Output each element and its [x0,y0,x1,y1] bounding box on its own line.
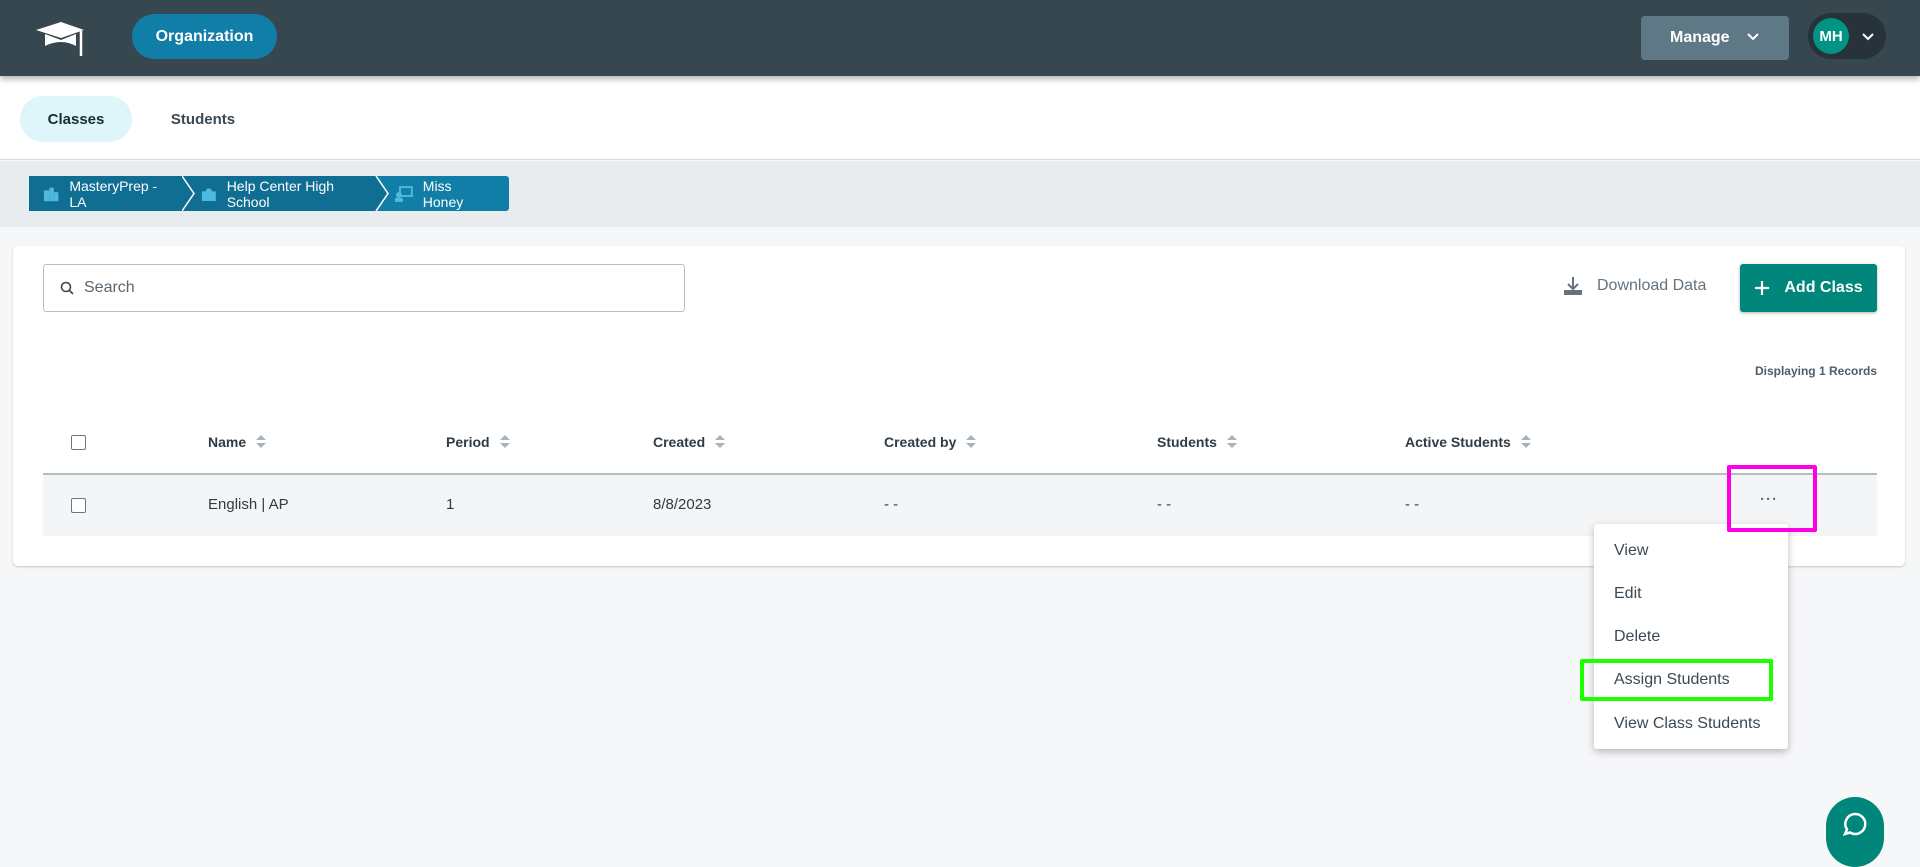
column-header-name[interactable]: Name [208,434,267,450]
chevron-down-icon [1747,33,1759,41]
chevron-down-icon [1862,33,1874,41]
row-checkbox[interactable] [71,498,86,513]
tab-bar: Classes Students [0,76,1920,160]
chat-bubble-icon [1842,812,1867,836]
tab-classes[interactable]: Classes [20,96,132,142]
buildings-icon [43,187,59,201]
cell-period: 1 [446,496,455,513]
menu-item-delete[interactable]: Delete [1614,628,1660,646]
top-nav-bar: Organization Manage MH [0,0,1920,76]
school-icon [201,187,216,201]
menu-item-view[interactable]: View [1614,542,1648,560]
sort-icon [256,435,267,449]
search-icon [60,281,74,295]
records-count: Displaying 1 Records [1754,364,1877,378]
breadcrumb-item-teacher[interactable]: Miss Honey [389,176,509,211]
column-header-created-by[interactable]: Created by [884,434,977,450]
manage-dropdown[interactable]: Manage [1641,16,1789,60]
column-header-active-students[interactable]: Active Students [1405,434,1531,450]
teacher-icon [395,185,413,202]
sort-icon [715,435,726,449]
column-header-students[interactable]: Students [1157,434,1237,450]
download-data-button[interactable]: Download Data [1563,276,1706,296]
column-header-period[interactable]: Period [446,434,510,450]
breadcrumb: MasteryPrep - LA Help Center High School… [29,176,509,211]
menu-item-view-class-students[interactable]: View Class Students [1614,715,1760,733]
column-header-created[interactable]: Created [653,434,726,450]
highlight-box-assign-students [1580,659,1773,701]
cell-active-students: - - [1405,496,1420,513]
avatar: MH [1813,18,1849,54]
search-field[interactable] [43,264,685,312]
cell-name[interactable]: English | AP [208,496,289,513]
breadcrumb-separator [181,176,195,211]
tab-students[interactable]: Students [148,96,258,142]
plus-icon [1755,281,1770,295]
sort-icon [966,435,977,449]
manage-label: Manage [1670,29,1730,46]
sort-icon [1520,435,1531,449]
user-menu[interactable]: MH [1808,13,1886,59]
row-actions-menu: View Edit Delete Assign Students View Cl… [1594,524,1788,749]
select-all-checkbox[interactable] [71,435,86,450]
cell-students: - - [1157,496,1172,513]
graduation-cap-icon[interactable] [34,18,86,60]
cell-created: 8/8/2023 [653,496,712,513]
sort-icon [499,435,510,449]
search-input[interactable] [84,279,664,297]
download-icon [1564,277,1582,295]
breadcrumb-item-school[interactable]: Help Center High School [195,176,375,211]
breadcrumb-item-organization[interactable]: MasteryPrep - LA [29,176,182,211]
menu-item-edit[interactable]: Edit [1614,585,1642,603]
organization-button[interactable]: Organization [132,14,277,59]
breadcrumb-separator [375,176,389,211]
classes-card: Download Data Add Class Displaying 1 Rec… [13,246,1905,566]
cell-created-by: - - [884,496,899,513]
add-class-button[interactable]: Add Class [1740,264,1877,312]
sort-icon [1226,435,1237,449]
highlight-box-actions [1727,465,1817,532]
